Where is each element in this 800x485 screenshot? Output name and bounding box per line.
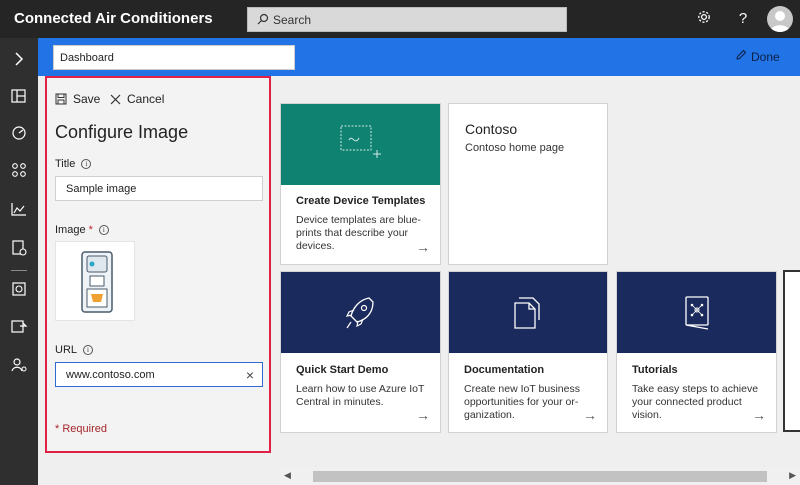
tile-documentation[interactable]: Documentation Create new IoT business op…: [448, 271, 608, 433]
image-preview-thumbnail[interactable]: [55, 241, 135, 321]
documents-icon: [514, 297, 540, 329]
image-field-label: Image * i: [55, 224, 109, 236]
info-icon[interactable]: i: [98, 225, 109, 235]
cancel-button[interactable]: Cancel: [110, 92, 164, 106]
tile-hero: [617, 272, 776, 353]
tile-description: Device templates are blue-prints that de…: [296, 214, 421, 252]
save-label: Save: [73, 92, 101, 106]
search-placeholder: Search: [273, 13, 312, 27]
url-field-label: URL i: [55, 344, 94, 356]
top-bar: Connected Air Conditioners Search ?: [0, 0, 800, 38]
tile-tutorials[interactable]: Tutorials Take easy steps to achieve you…: [616, 271, 777, 433]
dashboard-name-input[interactable]: Dashboard: [53, 45, 295, 70]
rail-divider: [11, 270, 27, 271]
expand-chevron-icon[interactable]: [8, 48, 30, 70]
title-input[interactable]: Sample image: [55, 176, 263, 201]
book-icon: [685, 296, 709, 330]
tile-hero: [449, 272, 607, 353]
tile-description: Contoso home page: [465, 142, 565, 154]
help-icon[interactable]: ?: [733, 9, 753, 29]
url-label-text: URL: [55, 344, 78, 356]
air-conditioner-image: [81, 251, 113, 313]
tile-hero: [281, 272, 440, 353]
settings-gear-icon[interactable]: [694, 9, 714, 29]
tile-title: Tutorials: [632, 364, 678, 376]
arrow-right-icon[interactable]: →: [752, 407, 766, 423]
save-button[interactable]: Save: [55, 92, 100, 106]
search-box[interactable]: Search: [247, 7, 567, 32]
dashboard-icon[interactable]: [8, 85, 30, 107]
url-input-value: www.contoso.com: [66, 369, 155, 381]
tile-description: Create new IoT business opportunities fo…: [464, 383, 580, 421]
tile-title: Quick Start Demo: [296, 364, 389, 376]
tile-create-device-templates[interactable]: Create Device Templates Device templates…: [280, 103, 441, 265]
panel-heading: Configure Image: [55, 122, 189, 142]
offscreen-tile-edge: [783, 270, 800, 432]
close-icon: [110, 94, 121, 104]
tile-title: Create Device Templates: [296, 195, 426, 207]
avatar[interactable]: [767, 6, 793, 32]
configure-image-panel: Save Cancel Configure Image Title i Samp…: [45, 76, 271, 453]
device-explorer-icon[interactable]: [8, 122, 30, 144]
horizontal-scrollbar[interactable]: ◀ ▶: [280, 468, 800, 485]
app-title: Connected Air Conditioners: [14, 10, 213, 27]
jobs-icon[interactable]: [8, 237, 30, 259]
tile-title: Documentation: [464, 364, 545, 376]
required-note: * Required: [55, 423, 107, 435]
search-icon: [257, 13, 269, 25]
arrow-right-icon[interactable]: →: [416, 239, 430, 255]
url-input[interactable]: www.contoso.com ×: [55, 362, 263, 387]
device-sets-icon[interactable]: [8, 159, 30, 181]
tile-title: Contoso: [465, 121, 518, 137]
image-label-text: Image: [55, 224, 86, 236]
left-nav-rail: [0, 38, 38, 485]
device-templates-icon[interactable]: [8, 278, 30, 300]
arrow-right-icon[interactable]: →: [416, 407, 430, 423]
tile-hero: [281, 104, 440, 185]
clear-input-icon[interactable]: ×: [246, 367, 254, 383]
tile-quick-start-demo[interactable]: Quick Start Demo Learn how to use Azure …: [280, 271, 441, 433]
analytics-icon[interactable]: [8, 198, 30, 220]
done-label: Done: [751, 50, 780, 64]
scrollbar-thumb[interactable]: [313, 471, 767, 482]
rocket-icon: [345, 297, 374, 329]
scroll-right-icon[interactable]: ▶: [789, 470, 796, 481]
tile-description: Learn how to use Azure IoT Central in mi…: [296, 383, 425, 408]
done-button[interactable]: Done: [735, 49, 780, 64]
title-label-text: Title: [55, 158, 76, 170]
data-export-icon[interactable]: [8, 315, 30, 337]
scroll-left-icon[interactable]: ◀: [284, 470, 291, 481]
tile-contoso-link[interactable]: Contoso Contoso home page: [448, 103, 608, 265]
title-field-label: Title i: [55, 158, 92, 170]
save-icon: [55, 93, 67, 105]
administration-icon[interactable]: [8, 354, 30, 376]
info-icon[interactable]: i: [83, 345, 94, 355]
pencil-icon: [736, 49, 747, 60]
device-template-icon: [340, 125, 381, 158]
tile-description: Take easy steps to achieve your connecte…: [632, 383, 759, 421]
arrow-right-icon[interactable]: →: [583, 407, 597, 423]
info-icon[interactable]: i: [81, 159, 92, 169]
cancel-label: Cancel: [127, 92, 165, 106]
required-mark: *: [88, 224, 93, 236]
